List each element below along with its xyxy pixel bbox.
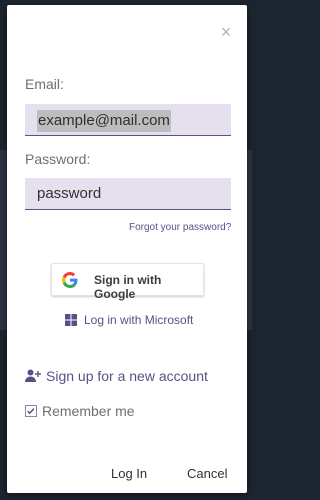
login-button[interactable]: Log In — [111, 465, 147, 481]
password-label: Password: — [25, 151, 91, 167]
google-logo-icon — [62, 272, 78, 288]
google-signin-label: Sign in with Google — [94, 273, 162, 301]
cancel-button[interactable]: Cancel — [187, 465, 227, 481]
google-signin-button[interactable]: Sign in with Google — [51, 263, 204, 301]
close-icon[interactable]: × — [219, 23, 233, 41]
password-value: password — [37, 185, 102, 202]
add-user-icon — [25, 369, 41, 382]
forgot-password-link[interactable]: Forgot your password? — [129, 222, 231, 233]
remember-me-label: Remember me — [42, 403, 135, 419]
microsoft-login-label: Log in with Microsoft — [84, 313, 194, 327]
password-field[interactable]: password — [25, 178, 231, 210]
email-value: example@mail.com — [37, 110, 171, 132]
microsoft-logo-icon — [65, 314, 77, 326]
signup-label: Sign up for a new account — [46, 368, 208, 384]
checkmark-icon — [27, 408, 35, 415]
login-dialog: × Email: example@mail.com Password: pass… — [7, 5, 247, 493]
email-label: Email: — [25, 76, 64, 92]
remember-me-checkbox[interactable] — [25, 405, 37, 417]
